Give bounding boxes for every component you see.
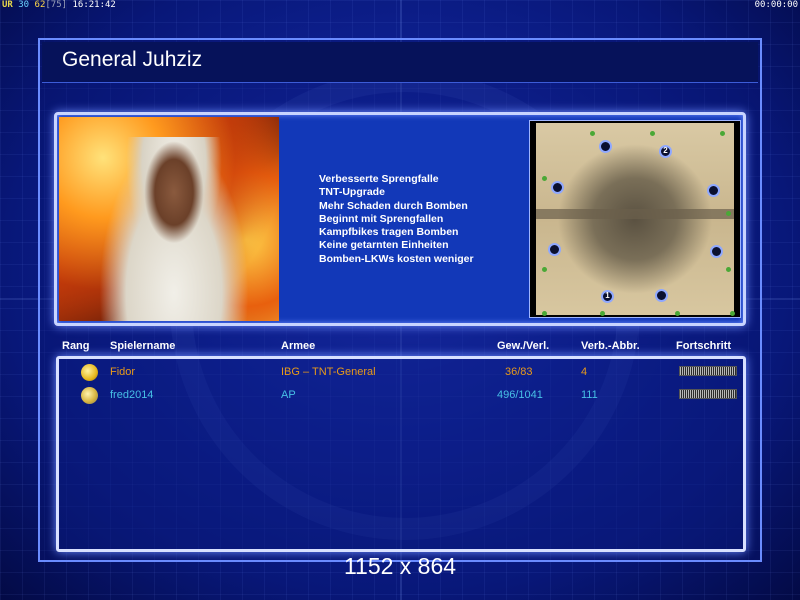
header-army: Armee — [281, 340, 316, 352]
hud-timer: 00:00:00 — [754, 0, 798, 10]
player-winloss: 36/83 — [505, 366, 533, 378]
player-progress-bar — [679, 366, 737, 376]
trait-item: Verbesserte Sprengfalle — [319, 173, 439, 185]
hud-clock: 16:21:42 — [72, 0, 116, 10]
trait-item: TNT-Upgrade — [319, 186, 385, 199]
hud-ur: UR — [2, 0, 13, 10]
map-tree-icon — [675, 311, 680, 316]
player-row[interactable]: Fidor IBG – TNT-General 36/83 4 — [0, 364, 800, 382]
portrait-figure — [99, 137, 249, 321]
header-rank: Rang — [62, 340, 90, 352]
player-winloss: 496/1041 — [497, 389, 543, 401]
rank-star-icon — [81, 364, 98, 381]
map-tree-icon — [542, 311, 547, 316]
player-progress-bar — [679, 389, 737, 399]
trait-item: Bomben-LKWs kosten weniger — [319, 252, 474, 265]
map-tree-icon — [730, 311, 735, 316]
trait-item: Keine getarnten Einheiten — [319, 239, 449, 252]
general-portrait — [59, 117, 279, 321]
player-name: Fidor — [110, 366, 136, 378]
map-tree-icon — [600, 311, 605, 316]
player-name: fred2014 — [110, 389, 154, 401]
header-progress: Fortschritt — [676, 340, 731, 352]
general-traits-list: Verbesserte Sprengfalle TNT-Upgrade Mehr… — [319, 173, 519, 266]
header-disconnects: Verb.-Abbr. — [581, 340, 640, 352]
hud-value-3: [75] — [45, 0, 68, 10]
map-tree-icon — [726, 267, 731, 272]
player-disconnects: 4 — [581, 366, 588, 378]
page-title: General Juhziz — [62, 48, 203, 71]
start-position-2[interactable]: 2 — [659, 145, 672, 158]
map-tree-icon — [726, 211, 731, 216]
header-player: Spielername — [110, 340, 176, 352]
map-tree-icon — [542, 267, 547, 272]
header-winloss: Gew./Verl. — [497, 340, 550, 352]
player-army: AP — [281, 389, 296, 401]
map-preview[interactable]: 2 1 — [529, 120, 741, 318]
map-tree-icon — [650, 131, 655, 136]
start-position[interactable] — [548, 243, 561, 256]
hud-value-1: 30 — [18, 0, 30, 10]
hud-value-2: 62 — [34, 0, 46, 10]
player-disconnects: 111 — [581, 389, 598, 401]
start-position-label: 1 — [605, 291, 610, 300]
trait-item: Kampfbikes tragen Bomben — [319, 226, 459, 239]
trait-item: Beginnt mit Sprengfallen — [319, 212, 444, 225]
player-table — [56, 356, 746, 552]
title-bar: General Juhziz — [42, 42, 758, 83]
start-position[interactable] — [707, 184, 720, 197]
start-position-1[interactable]: 1 — [601, 290, 614, 303]
start-position-label: 2 — [663, 146, 668, 155]
map-river — [536, 209, 734, 219]
start-position[interactable] — [599, 140, 612, 153]
trait-item: Mehr Schaden durch Bomben — [319, 199, 468, 212]
hud-stats: UR 30 62[75] 16:21:42 — [2, 0, 116, 11]
rank-star-icon — [81, 387, 98, 404]
start-position[interactable] — [655, 289, 668, 302]
map-terrain — [536, 123, 734, 315]
resolution-label: 1152 x 864 — [343, 553, 457, 579]
player-army: IBG – TNT-General — [281, 366, 376, 378]
start-position[interactable] — [551, 181, 564, 194]
map-tree-icon — [720, 131, 725, 136]
player-row[interactable]: fred2014 AP 496/1041 111 — [0, 387, 800, 405]
map-tree-icon — [542, 176, 547, 181]
player-table-header: Rang Spielername Armee Gew./Verl. Verb.-… — [0, 340, 800, 354]
start-position[interactable] — [710, 245, 723, 258]
map-tree-icon — [590, 131, 595, 136]
